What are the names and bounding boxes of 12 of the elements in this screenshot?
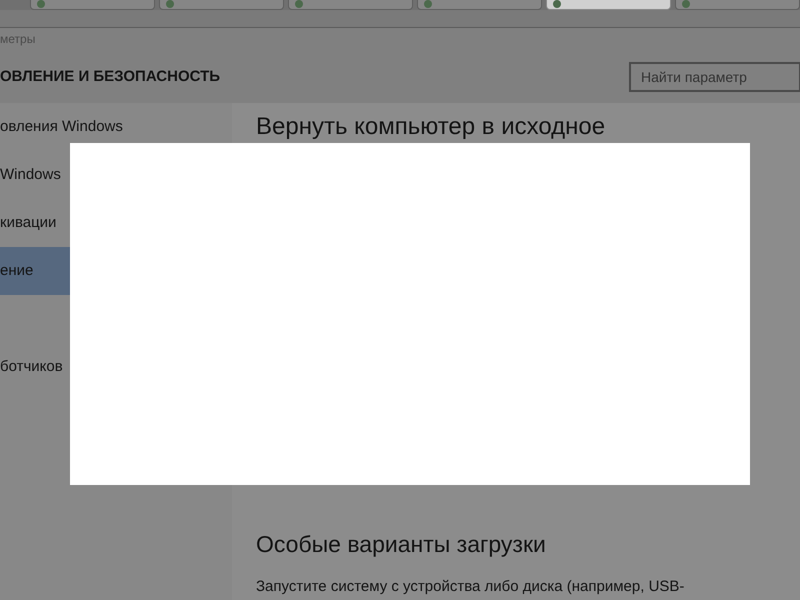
page-icon [424,0,432,8]
section-text: Запустите систему с устройства либо диска (например, USB- [256,578,686,595]
page-icon [682,0,690,8]
section-heading: Вернуть компьютер в исходное [256,113,606,141]
section-heading: Особые варианты загрузки [256,531,547,558]
page-icon [37,0,45,8]
page-title: ОВЛЕНИЕ И БЕЗОПАСНОСТЬ [0,68,220,85]
page-icon [166,0,174,8]
search-field[interactable]: Найти параметр [629,62,800,92]
page-icon [553,0,561,8]
address-bar[interactable] [0,10,800,28]
page-icon [295,0,303,8]
